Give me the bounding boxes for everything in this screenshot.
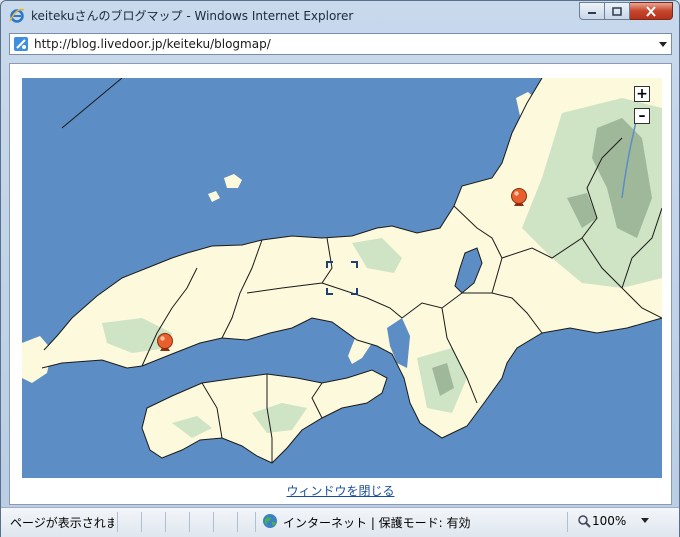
dropdown-icon[interactable] xyxy=(641,518,649,524)
land-kyushu xyxy=(22,336,52,383)
title-bar: keitekuさんのブログマップ - Windows Internet Expl… xyxy=(1,1,679,29)
zoom-in-button[interactable]: + xyxy=(634,86,650,102)
status-divider xyxy=(255,512,256,532)
globe-icon xyxy=(263,514,277,528)
address-bar[interactable]: http://blog.livedoor.jp/keiteku/blogmap/ xyxy=(9,33,672,55)
status-text: ページが表示されま xyxy=(10,516,114,530)
status-bar: ページが表示されま インターネット | 保護モード: 有効 100% xyxy=(1,507,679,537)
land-oki-small xyxy=(208,191,220,202)
address-url[interactable]: http://blog.livedoor.jp/keiteku/blogmap/ xyxy=(34,37,271,51)
maximize-button[interactable] xyxy=(605,2,630,20)
map-canvas[interactable] xyxy=(22,78,662,478)
close-window-link[interactable]: ウィンドウを閉じる xyxy=(10,482,671,499)
close-window-button[interactable] xyxy=(630,2,673,20)
zoom-level[interactable]: 100% xyxy=(592,514,626,528)
status-divider xyxy=(237,512,238,532)
browser-window: keitekuさんのブログマップ - Windows Internet Expl… xyxy=(0,0,680,537)
zoom-out-button[interactable]: – xyxy=(634,108,650,124)
status-divider xyxy=(117,512,118,532)
dropdown-icon[interactable] xyxy=(657,37,669,51)
status-divider xyxy=(141,512,142,532)
window-controls xyxy=(579,2,673,20)
ie-logo-icon xyxy=(9,8,25,23)
magnifier-icon xyxy=(578,515,591,528)
status-divider xyxy=(567,512,568,532)
close-icon xyxy=(646,5,656,17)
security-zone[interactable]: インターネット | 保護モード: 有効 xyxy=(283,514,471,531)
maximize-icon xyxy=(612,6,622,16)
map-view[interactable]: + – xyxy=(22,78,662,478)
status-divider xyxy=(213,512,214,532)
status-divider xyxy=(189,512,190,532)
page-icon xyxy=(14,37,28,51)
page-content: + – ウィンドウを閉じる xyxy=(9,63,672,505)
window-title: keitekuさんのブログマップ - Windows Internet Expl… xyxy=(31,9,354,23)
minimize-button[interactable] xyxy=(579,2,605,20)
minimize-icon xyxy=(588,12,596,14)
status-divider xyxy=(165,512,166,532)
land-oki xyxy=(224,174,242,188)
